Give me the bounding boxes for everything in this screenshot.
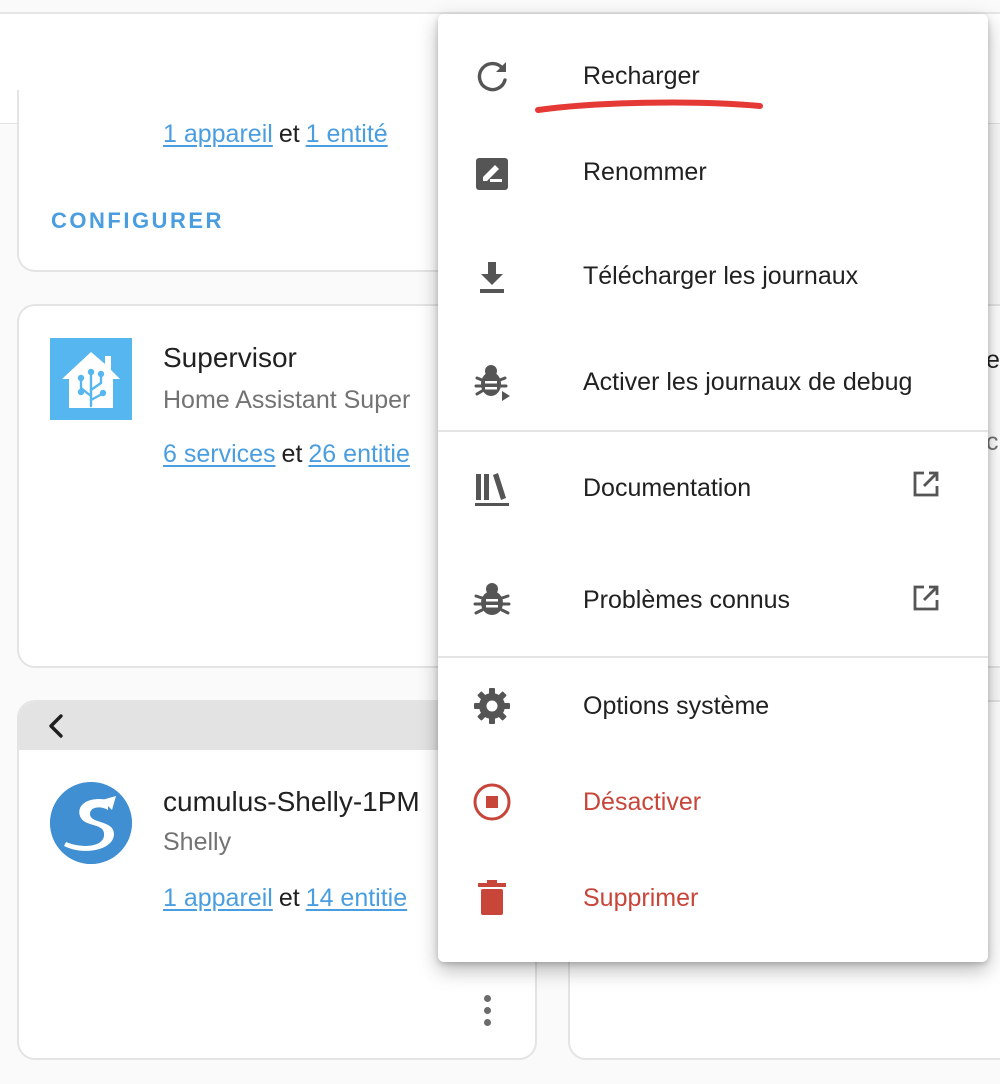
bug-icon xyxy=(472,580,512,620)
rename-icon xyxy=(472,154,512,194)
menu-divider xyxy=(438,656,988,658)
configure-button[interactable]: CONFIGURER xyxy=(51,208,224,234)
devices-link[interactable]: 1 appareil xyxy=(163,120,273,148)
reload-icon xyxy=(472,56,512,96)
open-in-new-icon xyxy=(910,582,942,614)
card-links: 6 services et 26 entitie xyxy=(163,440,410,469)
gear-icon xyxy=(472,686,512,726)
menu-item-label: Recharger xyxy=(583,62,700,90)
card-title: Supervisor xyxy=(163,342,297,373)
card-title: cumulus-Shelly-1PM xyxy=(163,786,420,817)
card-links: 1 appareil et 14 entitie xyxy=(163,884,407,913)
menu-item-label: Options système xyxy=(583,692,770,720)
menu-item-label: Activer les journaux de debug xyxy=(583,368,913,396)
menu-item-label: Télécharger les journaux xyxy=(583,262,859,290)
conjunction-text: et xyxy=(281,440,303,468)
entities-link[interactable]: 26 entitie xyxy=(308,440,409,468)
home-assistant-logo-icon xyxy=(50,338,132,420)
menu-item-label: Documentation xyxy=(583,474,752,502)
entities-link[interactable]: 1 entité xyxy=(306,120,388,148)
menu-item-label: Supprimer xyxy=(583,884,699,912)
open-in-new-icon xyxy=(910,468,942,500)
integration-overflow-menu: Recharger Renommer Télécharger les journ… xyxy=(438,14,988,962)
menu-item-label: Problèmes connus xyxy=(583,586,791,614)
chevron-left-icon[interactable] xyxy=(41,710,71,742)
devices-link[interactable]: 1 appareil xyxy=(163,884,273,912)
more-vert-icon[interactable] xyxy=(475,992,499,1032)
card-links: 1 appareil et 1 entité xyxy=(163,120,388,149)
card-subtitle: Home Assistant Super xyxy=(163,386,411,414)
card-title-fragment: e xyxy=(986,346,1000,374)
shelly-logo-icon xyxy=(50,782,132,864)
library-icon xyxy=(472,468,512,508)
entities-link[interactable]: 14 entitie xyxy=(306,884,407,912)
menu-divider xyxy=(438,430,988,432)
trash-icon xyxy=(472,878,512,918)
stop-circle-icon xyxy=(472,782,512,822)
menu-item-label: Désactiver xyxy=(583,788,702,816)
card-subtitle: Shelly xyxy=(163,828,232,856)
bug-play-icon xyxy=(472,362,512,402)
menu-item-label: Renommer xyxy=(583,158,707,186)
red-annotation-underline xyxy=(535,99,763,113)
services-link[interactable]: 6 services xyxy=(163,440,276,468)
conjunction-text: et xyxy=(278,120,300,148)
conjunction-text: et xyxy=(278,884,300,912)
download-icon xyxy=(472,258,512,298)
